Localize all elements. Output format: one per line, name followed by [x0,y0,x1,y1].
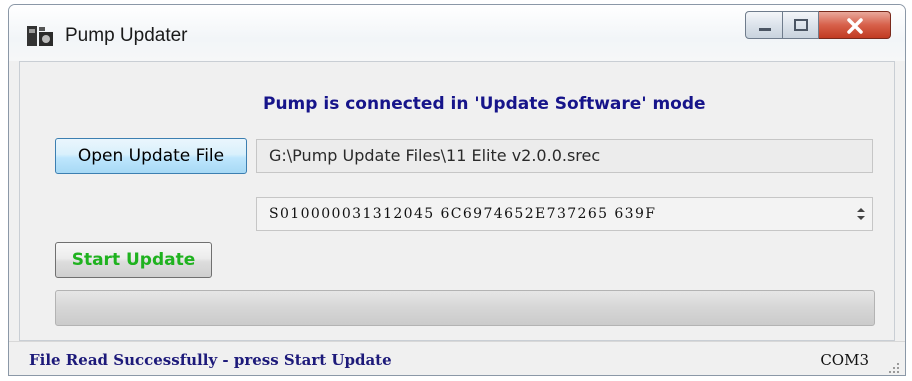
spin-arrows-icon[interactable] [854,204,868,224]
start-update-button[interactable]: Start Update [55,242,212,278]
open-update-file-button[interactable]: Open Update File [55,138,247,174]
pump-updater-app-icon [27,26,53,46]
maximize-icon [794,19,808,31]
caption-buttons [745,11,891,39]
srec-record-field[interactable]: S010000031312045 6C6974652E737265 639F [256,197,873,231]
minimize-icon [759,28,771,31]
update-progress-bar [55,290,875,326]
window-title: Pump Updater [65,25,188,46]
com-port-label: COM3 [820,351,869,369]
close-button[interactable] [819,11,891,39]
status-bar: File Read Successfully - press Start Upd… [9,341,905,375]
title-bar[interactable]: Pump Updater [9,5,905,61]
close-icon [847,18,863,34]
connection-status-label: Pump is connected in 'Update Software' m… [263,94,706,114]
minimize-button[interactable] [745,11,783,39]
file-path-field[interactable]: G:\Pump Update Files\11 Elite v2.0.0.sre… [256,139,873,173]
resize-grip-icon[interactable] [887,361,901,375]
main-panel: Pump is connected in 'Update Software' m… [19,61,895,341]
status-message: File Read Successfully - press Start Upd… [29,351,392,369]
srec-record-text: S010000031312045 6C6974652E737265 639F [269,206,657,222]
maximize-button[interactable] [783,11,819,39]
app-window: Pump Updater Pump is connected in 'Updat… [8,4,906,376]
